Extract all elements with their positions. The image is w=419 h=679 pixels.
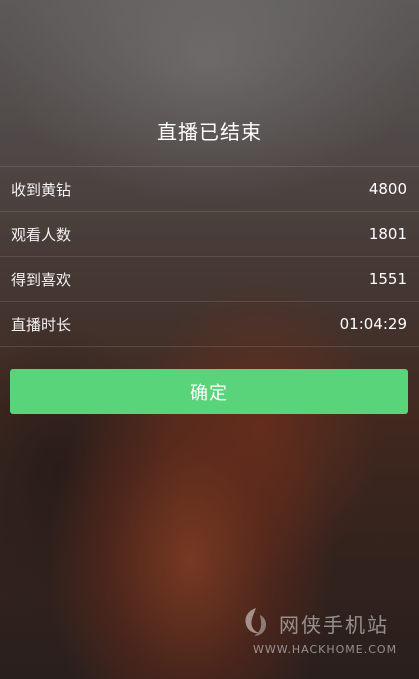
stat-value: 1551 (368, 270, 407, 288)
stat-value: 4800 (368, 180, 407, 198)
stats-list: 收到黄钻 4800 观看人数 1801 得到喜欢 1551 直播时长 01:04… (0, 166, 419, 347)
hackhome-logo-icon (245, 608, 267, 636)
stat-value: 01:04:29 (339, 315, 407, 333)
stat-label: 观看人数 (11, 225, 72, 244)
stat-row-yellow-diamonds: 收到黄钻 4800 (0, 167, 419, 212)
confirm-button[interactable]: 确定 (10, 369, 408, 414)
stat-label: 得到喜欢 (11, 270, 72, 289)
stat-label: 收到黄钻 (11, 180, 72, 199)
live-ended-screen: 直播已结束 收到黄钻 4800 观看人数 1801 得到喜欢 1551 直播时长… (0, 0, 419, 679)
stat-value: 1801 (368, 225, 407, 243)
page-title: 直播已结束 (157, 120, 262, 144)
watermark-brand: 网侠手机站 (279, 613, 389, 637)
stat-row-duration: 直播时长 01:04:29 (0, 302, 419, 347)
watermark: 网侠手机站 WWW.HACKHOME.COM (239, 601, 409, 661)
watermark-url: WWW.HACKHOME.COM (253, 643, 398, 656)
stat-row-likes: 得到喜欢 1551 (0, 257, 419, 302)
stat-row-viewers: 观看人数 1801 (0, 212, 419, 257)
stat-label: 直播时长 (11, 315, 72, 334)
